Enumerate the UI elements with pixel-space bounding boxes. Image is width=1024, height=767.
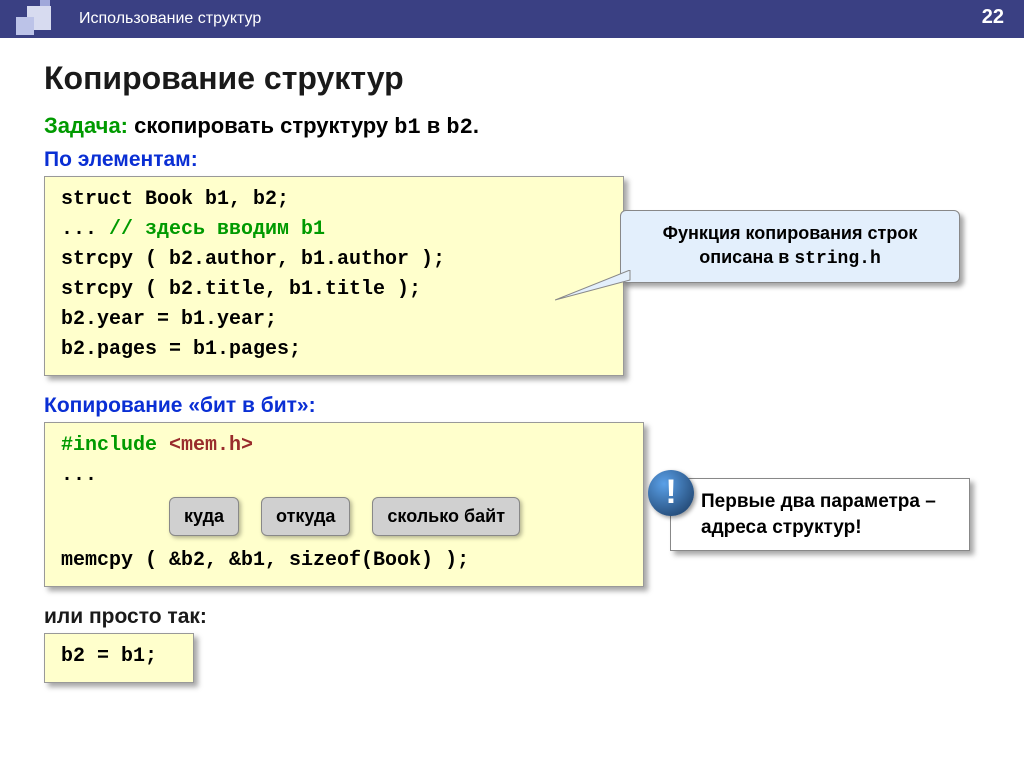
code1-line1: struct Book b1, b2; bbox=[61, 185, 607, 215]
header-decoration bbox=[0, 0, 55, 38]
task-mid: в bbox=[421, 113, 447, 138]
section-1-label: По элементам: bbox=[44, 148, 988, 172]
code2-line1: #include <mem.h> bbox=[61, 431, 627, 461]
section-3-label: или просто так: bbox=[44, 605, 988, 629]
task-line: Задача: скопировать структуру b1 в b2. bbox=[44, 113, 988, 140]
code-block-1: struct Book b1, b2; ... // здесь вводим … bbox=[44, 176, 624, 376]
code1-line5: b2.year = b1.year; bbox=[61, 305, 607, 335]
arg-label-dest: куда bbox=[169, 497, 239, 536]
code3-line1: b2 = b1; bbox=[61, 642, 177, 672]
warning-box: Первые два параметра – адреса структур! bbox=[670, 478, 970, 551]
code1-line4: strcpy ( b2.title, b1.title ); bbox=[61, 275, 607, 305]
task-label: Задача: bbox=[44, 113, 128, 138]
slide-title: Копирование структур bbox=[44, 60, 988, 97]
task-text-pre: скопировать структуру bbox=[128, 113, 394, 138]
callout-string-h: Функция копирования строк описана в stri… bbox=[620, 210, 960, 283]
callout1-line1: Функция копирования строк bbox=[635, 221, 945, 245]
task-b1: b1 bbox=[394, 115, 420, 140]
code2-line3: memcpy ( &b2, &b1, sizeof(Book) ); bbox=[61, 546, 627, 576]
code2-line2: ... bbox=[61, 461, 627, 491]
task-b2: b2 bbox=[446, 115, 472, 140]
task-end: . bbox=[473, 113, 479, 138]
section-2-label: Копирование «бит в бит»: bbox=[44, 394, 988, 418]
code1-line3: strcpy ( b2.author, b1.author ); bbox=[61, 245, 607, 275]
arg-label-size: сколько байт bbox=[372, 497, 520, 536]
page-number: 22 bbox=[982, 6, 1004, 29]
arg-labels-row: куда откуда сколько байт bbox=[169, 497, 627, 536]
code1-line6: b2.pages = b1.pages; bbox=[61, 335, 607, 365]
slide-header: Использование структур 22 bbox=[0, 0, 1024, 38]
arg-label-src: откуда bbox=[261, 497, 350, 536]
code-block-3: b2 = b1; bbox=[44, 633, 194, 683]
code-block-2: #include <mem.h> ... куда откуда сколько… bbox=[44, 422, 644, 587]
header-subtitle: Использование структур bbox=[79, 10, 261, 28]
exclamation-icon: ! bbox=[648, 470, 694, 516]
callout1-line2: описана в string.h bbox=[635, 245, 945, 271]
warn-text: Первые два параметра – адреса структур! bbox=[701, 491, 936, 538]
slide-content: Копирование структур Задача: скопировать… bbox=[0, 38, 1024, 711]
code1-line2: ... // здесь вводим b1 bbox=[61, 215, 607, 245]
callout1-tail-icon bbox=[555, 270, 635, 310]
